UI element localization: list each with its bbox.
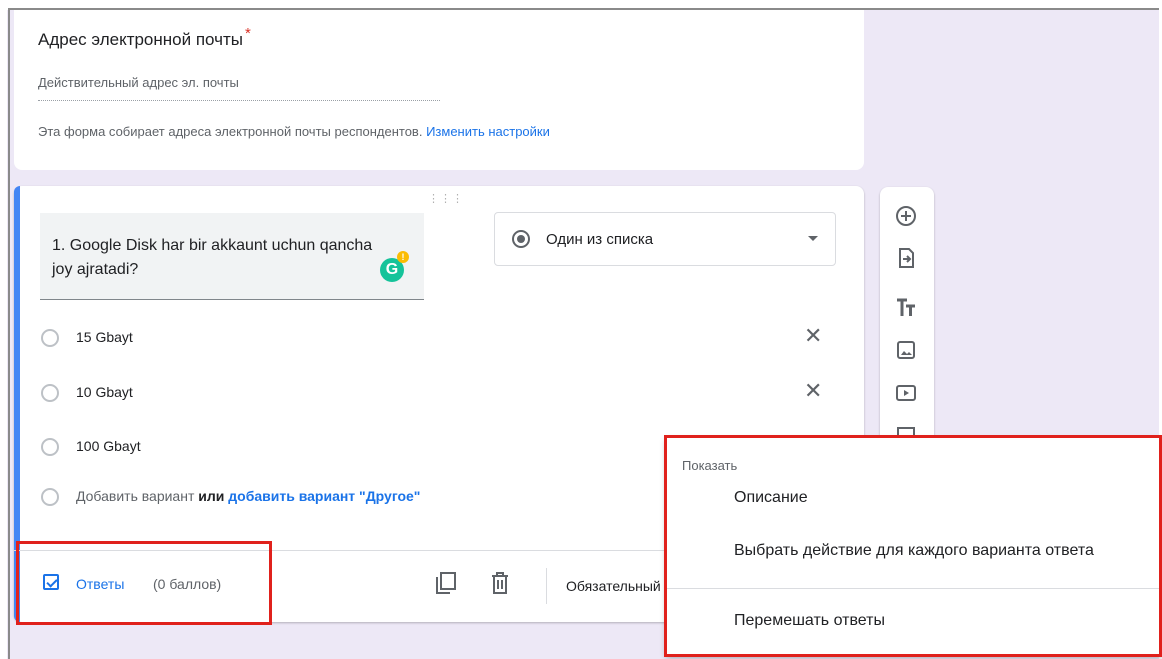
- email-field-underline: [38, 100, 440, 101]
- menu-highlight-box: [664, 435, 1162, 657]
- add-option-radio: [41, 488, 59, 506]
- add-option-row: Добавить вариант или добавить вариант "Д…: [76, 488, 420, 504]
- question-type-label: Один из списка: [546, 231, 654, 248]
- delete-icon[interactable]: [490, 571, 510, 595]
- option-label[interactable]: 10 Gbayt: [76, 384, 133, 400]
- radio-type-icon: [512, 230, 530, 248]
- footer-separator: [546, 568, 547, 604]
- email-field[interactable]: Действительный адрес эл. почты: [38, 75, 239, 90]
- add-other-link[interactable]: добавить вариант "Другое": [228, 488, 420, 504]
- option-radio: [41, 438, 59, 456]
- remove-option-icon[interactable]: ✕: [804, 323, 822, 349]
- add-title-icon[interactable]: [893, 295, 919, 321]
- add-question-icon[interactable]: [893, 203, 919, 229]
- answers-highlight-box: [16, 541, 272, 625]
- add-option-button[interactable]: Добавить вариант: [76, 488, 194, 504]
- required-toggle-label[interactable]: Обязательный: [566, 578, 661, 594]
- import-questions-icon[interactable]: [893, 245, 919, 271]
- duplicate-icon[interactable]: [435, 571, 457, 595]
- frame-border-left: [8, 8, 10, 659]
- option-label[interactable]: 100 Gbayt: [76, 438, 141, 454]
- required-asterisk: *: [245, 25, 251, 43]
- grammarly-alert-icon: !: [397, 251, 409, 263]
- option-radio: [41, 329, 59, 347]
- or-text: или: [198, 488, 225, 504]
- option-label[interactable]: 15 Gbayt: [76, 329, 133, 345]
- change-settings-link[interactable]: Изменить настройки: [426, 124, 550, 139]
- collect-note-text: Эта форма собирает адреса электронной по…: [38, 124, 423, 139]
- chevron-down-icon: [808, 236, 818, 241]
- email-title: Адрес электронной почты *: [38, 25, 251, 49]
- collect-emails-note: Эта форма собирает адреса электронной по…: [38, 124, 550, 139]
- question-title-text: 1. Google Disk har bir akkaunt uchun qan…: [52, 237, 373, 278]
- left-margin: [0, 0, 7, 659]
- remove-option-icon[interactable]: ✕: [804, 378, 822, 404]
- drag-handle-icon[interactable]: ⋮⋮⋮: [428, 192, 464, 205]
- add-image-icon[interactable]: [893, 337, 919, 363]
- option-radio: [41, 384, 59, 402]
- add-video-icon[interactable]: [893, 380, 919, 406]
